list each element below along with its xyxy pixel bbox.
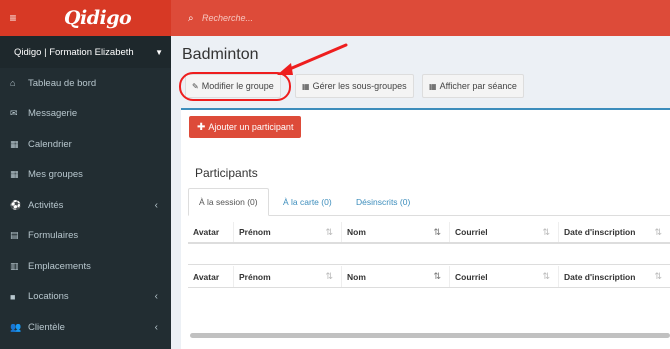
sidebar-item-my-groups[interactable]: ▦ Mes groupes [0, 160, 171, 191]
button-label: Ajouter un participant [208, 122, 294, 132]
sidebar-item-clients[interactable]: 👥 Clientèle ‹ [0, 312, 171, 343]
button-label: Gérer les sous-groupes [312, 81, 407, 91]
sidebar-item-label: Messagerie [28, 108, 78, 120]
soccer-ball-icon: ⚽ [10, 199, 22, 210]
sort-alpha-icon: ⇅ [433, 226, 441, 237]
column-registration-date[interactable]: Date d'inscription ⇅ [558, 266, 670, 287]
sidebar-item-label: Formulaires [28, 230, 79, 242]
sidebar-item-activities[interactable]: ⚽ Activités ‹ [0, 190, 171, 221]
sidebar-item-label: Emplacements [28, 260, 91, 272]
column-registration-date[interactable]: Date d'inscription ⇅ [558, 222, 670, 242]
main-content: Badminton ✎ Modifier le groupe ▦ Gérer l… [171, 36, 670, 349]
sidebar-item-label: Clientèle [28, 321, 65, 333]
sort-alpha-icon: ⇅ [433, 271, 441, 281]
column-avatar: Avatar [193, 227, 220, 237]
column-first-name[interactable]: Prénom ⇅ [233, 266, 341, 287]
plus-icon: ✚ [197, 121, 206, 133]
horizontal-scrollbar[interactable] [190, 333, 670, 338]
sort-icon: ⇅ [654, 271, 662, 281]
sidebar-item-label: Mes groupes [28, 169, 83, 181]
column-email[interactable]: Courriel ⇅ [449, 266, 558, 287]
sidebar-item-label: Locations [28, 291, 69, 303]
sidebar: ≡ Qidigo Qidigo | Formation Elizabeth ▼ … [0, 0, 171, 349]
participant-tabs: À la session (0) À la carte (0) Désinscr… [188, 188, 670, 216]
column-email[interactable]: Courriel ⇅ [449, 222, 558, 242]
participants-panel: ✚ Ajouter un participant Participants À … [181, 108, 670, 349]
sidebar-item-label: Calendrier [28, 138, 72, 150]
caret-down-icon: ▼ [155, 47, 163, 57]
sort-icon: ⇅ [654, 226, 662, 237]
search-icon: ⌕ [188, 12, 194, 24]
sidebar-item-locations-places[interactable]: ▥ Emplacements [0, 251, 171, 282]
sidebar-item-label: Activités [28, 199, 64, 211]
sidebar-item-calendar[interactable]: ▦ Calendrier [0, 129, 171, 160]
column-avatar: Avatar [193, 271, 220, 282]
column-last-name[interactable]: Nom ⇅ [341, 266, 449, 287]
show-by-session-button[interactable]: ▦ Afficher par séance [422, 74, 524, 98]
sort-icon: ⇅ [325, 271, 333, 281]
sort-icon: ⇅ [542, 226, 550, 237]
topbar: ⌕ [171, 0, 670, 36]
home-icon: ⌂ [10, 78, 16, 89]
page-title: Badminton [182, 46, 259, 63]
document-icon: ▤ [10, 230, 19, 241]
chevron-left-icon: ‹ [154, 321, 158, 333]
briefcase-icon: ■ [10, 291, 16, 302]
calendar-icon: ▦ [10, 138, 19, 149]
add-participant-button[interactable]: ✚ Ajouter un participant [189, 116, 302, 138]
grid-icon: ▦ [302, 81, 310, 91]
sidebar-item-dashboard[interactable]: ⌂ Tableau de bord [0, 68, 171, 99]
table-footer: Avatar Prénom ⇅ Nom ⇅ Courriel ⇅ Date d'ins… [188, 266, 670, 288]
calendar-icon: ▦ [10, 169, 19, 180]
column-last-name[interactable]: Nom ⇅ [341, 222, 449, 242]
search-input[interactable] [202, 13, 502, 23]
sidebar-item-label: Tableau de bord [28, 77, 97, 89]
button-label: Afficher par séance [439, 81, 517, 91]
section-title: Participants [195, 166, 258, 180]
chevron-left-icon: ‹ [154, 199, 158, 211]
sidebar-item-rentals[interactable]: ■ Locations ‹ [0, 282, 171, 313]
tab-unsubscribed[interactable]: Désinscrits (0) [346, 188, 420, 216]
table-divider [188, 264, 670, 265]
org-selector[interactable]: Qidigo | Formation Elizabeth ▼ [0, 36, 171, 68]
qidigo-logo[interactable]: Qidigo [64, 7, 132, 29]
org-name: Qidigo | Formation Elizabeth [14, 46, 134, 58]
tab-a-la-carte[interactable]: À la carte (0) [273, 188, 342, 216]
logo-bar: ≡ Qidigo [0, 0, 171, 36]
menu-toggle-icon[interactable]: ≡ [2, 11, 24, 25]
annotation-arrow [277, 43, 348, 75]
sort-icon: ⇅ [325, 226, 333, 237]
table-header: Avatar Prénom ⇅ Nom ⇅ Courriel ⇅ Date d'ins… [188, 222, 670, 244]
calendar-icon: ▦ [429, 81, 437, 91]
sidebar-item-forms[interactable]: ▤ Formulaires [0, 221, 171, 252]
envelope-icon: ✉ [10, 108, 18, 119]
building-icon: ▥ [10, 260, 19, 271]
sidebar-item-messages[interactable]: ✉ Messagerie [0, 99, 171, 130]
column-first-name[interactable]: Prénom ⇅ [233, 222, 341, 242]
users-icon: 👥 [10, 321, 22, 332]
sort-icon: ⇅ [542, 271, 550, 281]
tab-session[interactable]: À la session (0) [188, 188, 269, 216]
chevron-left-icon: ‹ [154, 291, 158, 303]
